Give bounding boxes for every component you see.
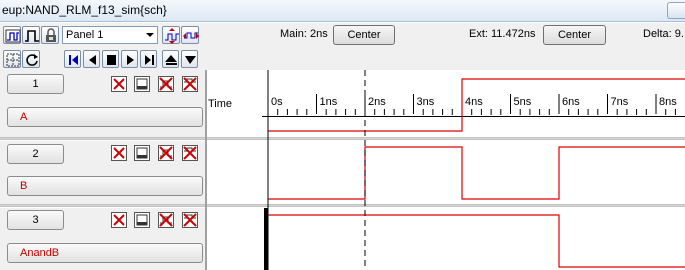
- waveform-area[interactable]: [207, 70, 685, 270]
- triangle-down-icon: [185, 56, 196, 64]
- go-to-end-button[interactable]: [140, 50, 157, 68]
- remove-all-signals-icon[interactable]: [182, 212, 198, 228]
- stop-icon: [107, 55, 116, 65]
- grid-select-button[interactable]: [3, 50, 21, 68]
- refresh-icon: [26, 54, 38, 66]
- close-icon[interactable]: [111, 76, 127, 92]
- zoom-fit-icon: [183, 32, 199, 39]
- signal-name-button[interactable]: A: [7, 107, 203, 127]
- grid-icon: [6, 53, 20, 67]
- main-cursor-label: Main: 2ns: [280, 28, 328, 40]
- waveform-display-button[interactable]: [3, 26, 21, 44]
- delta-label: Delta: 9.: [643, 28, 684, 40]
- main-center-button[interactable]: Center: [333, 25, 395, 45]
- panel-number-button[interactable]: 2: [7, 144, 64, 164]
- main-cursor-marker: [264, 208, 268, 270]
- lock-button[interactable]: [41, 26, 59, 44]
- panel-number-button[interactable]: 1: [7, 74, 64, 94]
- ext-cursor-label: Ext: 11.472ns: [469, 28, 536, 40]
- move-down-button[interactable]: [181, 50, 198, 68]
- close-icon[interactable]: [111, 212, 127, 228]
- expand-icon: [165, 28, 179, 44]
- waveform-b: [268, 146, 685, 200]
- skip-start-icon: [69, 55, 78, 65]
- digital-signal-button[interactable]: [22, 26, 40, 44]
- refresh-button[interactable]: [22, 50, 40, 68]
- panel-select[interactable]: Panel 1: [62, 26, 158, 44]
- remove-signal-icon[interactable]: [158, 212, 174, 228]
- lock-icon: [46, 28, 56, 42]
- ext-center-button[interactable]: Center: [543, 25, 606, 45]
- play-back-icon: [89, 55, 96, 65]
- panel-select-value: Panel 1: [66, 29, 104, 41]
- remove-signal-icon[interactable]: [158, 76, 174, 92]
- minimize-panel-icon[interactable]: [134, 76, 150, 92]
- window-title: eup:NAND_RLM_f13_sim{sch}: [2, 3, 167, 17]
- step-back-button[interactable]: [83, 50, 100, 68]
- remove-signal-icon[interactable]: [158, 145, 174, 161]
- panel-number-button[interactable]: 3: [7, 210, 64, 230]
- skip-end-icon: [145, 55, 154, 65]
- go-to-start-button[interactable]: [64, 50, 81, 68]
- remove-all-signals-icon[interactable]: [182, 145, 198, 161]
- eject-icon: [165, 55, 177, 65]
- minimize-panel-icon[interactable]: [134, 212, 150, 228]
- zoom-fit-button[interactable]: [181, 26, 199, 44]
- stop-button[interactable]: [102, 50, 119, 68]
- toolbar-main: Panel 1 Main: 2ns Center Ext: 11.472ns C…: [0, 23, 685, 47]
- chevron-down-icon: [146, 33, 154, 37]
- pulse-icon: [25, 30, 39, 42]
- waveform-icon: [5, 29, 21, 43]
- move-up-button[interactable]: [162, 50, 179, 68]
- waveform-a: [268, 78, 685, 132]
- step-forward-button[interactable]: [121, 50, 138, 68]
- play-icon: [127, 55, 134, 65]
- title-bar: eup:NAND_RLM_f13_sim{sch}: [0, 0, 685, 22]
- window-control-button[interactable]: [667, 2, 685, 19]
- expand-vertical-button[interactable]: [162, 26, 180, 44]
- toolbar-navigation: Time 0s 1ns 2ns 3ns 4ns 5ns 6ns 7ns 8ns: [0, 47, 685, 117]
- waveform-anandb: [268, 214, 685, 268]
- minimize-panel-icon[interactable]: [134, 145, 150, 161]
- signal-name-button[interactable]: AnandB: [7, 243, 203, 263]
- signal-name-button[interactable]: B: [7, 176, 203, 196]
- close-icon[interactable]: [111, 145, 127, 161]
- remove-all-signals-icon[interactable]: [182, 76, 198, 92]
